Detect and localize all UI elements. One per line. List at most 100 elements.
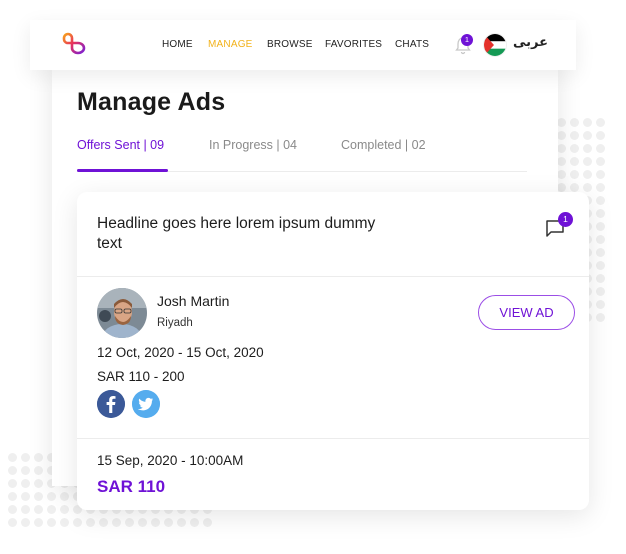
decorative-dot [47, 505, 56, 514]
decorative-dot [8, 492, 17, 501]
page-title: Manage Ads [77, 88, 226, 116]
decorative-dot [60, 505, 69, 514]
decorative-dot [596, 196, 605, 205]
tabs-bar: Offers Sent | 09 In Progress | 04 Comple… [77, 138, 527, 172]
decorative-dot [583, 144, 592, 153]
decorative-dot [570, 131, 579, 140]
decorative-dot [8, 518, 17, 527]
decorative-dot [583, 131, 592, 140]
decorative-dot [557, 157, 566, 166]
nav-home[interactable]: HOME [162, 39, 193, 50]
date-range: 12 Oct, 2020 - 15 Oct, 2020 [97, 345, 264, 360]
decorative-dot [570, 118, 579, 127]
decorative-dot [190, 518, 199, 527]
decorative-dot [203, 518, 212, 527]
decorative-dot [21, 466, 30, 475]
decorative-dot [8, 505, 17, 514]
view-ad-button[interactable]: VIEW AD [478, 295, 575, 330]
decorative-dot [570, 144, 579, 153]
decorative-dot [596, 235, 605, 244]
decorative-dot [583, 118, 592, 127]
user-name: Josh Martin [157, 293, 230, 309]
decorative-dot [583, 183, 592, 192]
decorative-dot [8, 453, 17, 462]
user-city: Riyadh [157, 317, 193, 329]
decorative-dot [99, 518, 108, 527]
decorative-dot [151, 518, 160, 527]
decorative-dot [21, 518, 30, 527]
decorative-dot [8, 466, 17, 475]
decorative-dot [47, 492, 56, 501]
price-range: SAR 110 - 200 [97, 369, 185, 384]
facebook-icon[interactable] [97, 390, 125, 418]
divider [77, 276, 589, 277]
decorative-dot [34, 466, 43, 475]
chat-badge: 1 [558, 212, 573, 227]
tab-completed[interactable]: Completed | 02 [341, 138, 426, 152]
decorative-dot [34, 505, 43, 514]
decorative-dot [570, 170, 579, 179]
decorative-dot [557, 131, 566, 140]
app-logo-icon[interactable] [60, 30, 86, 60]
nav-chats[interactable]: CHATS [395, 39, 429, 50]
decorative-dot [112, 518, 121, 527]
decorative-dot [557, 118, 566, 127]
decorative-dot [177, 518, 186, 527]
decorative-dot [164, 518, 173, 527]
decorative-dot [596, 144, 605, 153]
nav-browse[interactable]: BROWSE [267, 39, 313, 50]
decorative-dot [596, 261, 605, 270]
decorative-dot [596, 248, 605, 257]
notification-badge: 1 [461, 34, 473, 46]
decorative-dot [34, 479, 43, 488]
decorative-dot [125, 518, 134, 527]
ad-card: Headline goes here lorem ipsum dummy tex… [77, 192, 589, 510]
offer-price: SAR 110 [97, 477, 166, 496]
decorative-dot [73, 518, 82, 527]
decorative-dot [21, 479, 30, 488]
tab-in-progress[interactable]: In Progress | 04 [209, 138, 297, 152]
palestine-flag-icon[interactable] [484, 34, 506, 56]
decorative-dot [570, 157, 579, 166]
decorative-dot [21, 505, 30, 514]
decorative-dot [583, 157, 592, 166]
decorative-dot [583, 170, 592, 179]
twitter-icon[interactable] [132, 390, 160, 418]
decorative-dot [596, 313, 605, 322]
language-switch[interactable]: عربى [513, 34, 548, 50]
decorative-dot [596, 274, 605, 283]
decorative-dot [596, 209, 605, 218]
top-navbar: HOME MANAGE BROWSE FAVORITES CHATS 1 عرب… [30, 20, 576, 70]
decorative-dot [34, 518, 43, 527]
decorative-dot [60, 518, 69, 527]
decorative-dot [570, 183, 579, 192]
offer-datetime: 15 Sep, 2020 - 10:00AM [97, 453, 244, 468]
ad-headline: Headline goes here lorem ipsum dummy tex… [97, 215, 376, 252]
active-tab-indicator [77, 169, 168, 172]
decorative-dot [34, 453, 43, 462]
decorative-dot [557, 183, 566, 192]
decorative-dot [557, 170, 566, 179]
decorative-dot [596, 131, 605, 140]
decorative-dot [557, 144, 566, 153]
decorative-dot [8, 479, 17, 488]
decorative-dot [21, 492, 30, 501]
decorative-dot [596, 157, 605, 166]
decorative-dot [21, 453, 30, 462]
decorative-dot [596, 183, 605, 192]
decorative-dot [596, 118, 605, 127]
decorative-dot [60, 492, 69, 501]
decorative-dot [47, 518, 56, 527]
decorative-dot [596, 300, 605, 309]
decorative-dot [138, 518, 147, 527]
decorative-dot [34, 492, 43, 501]
user-avatar [97, 288, 147, 338]
nav-favorites[interactable]: FAVORITES [325, 39, 382, 50]
decorative-dot [596, 287, 605, 296]
decorative-dot [86, 518, 95, 527]
tab-offers-sent[interactable]: Offers Sent | 09 [77, 138, 164, 152]
nav-manage[interactable]: MANAGE [208, 39, 253, 50]
divider [77, 438, 589, 439]
decorative-dot [596, 170, 605, 179]
decorative-dot [596, 222, 605, 231]
